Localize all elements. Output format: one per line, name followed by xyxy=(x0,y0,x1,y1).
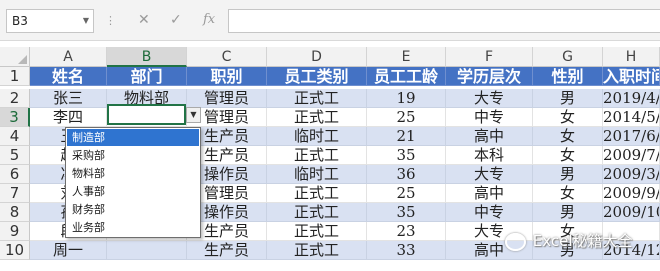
table-header-row: 姓名部门职别员工类别员工工龄学历层次性别入职时间 xyxy=(30,67,660,86)
cell-d6[interactable]: 临时工 xyxy=(267,165,367,184)
cell-c10[interactable]: 生产员 xyxy=(187,241,267,260)
cell-a2[interactable]: 张三 xyxy=(30,89,107,108)
row-header-4[interactable]: 4 xyxy=(0,127,30,146)
cell-g3[interactable]: 女 xyxy=(533,108,603,127)
cell-h3[interactable]: 2014/5/3 xyxy=(603,108,660,127)
cell-e7[interactable]: 25 xyxy=(367,184,446,203)
column-header-a[interactable]: A xyxy=(30,47,107,67)
row-header-3[interactable]: 3 xyxy=(0,108,30,127)
cell-f6[interactable]: 大专 xyxy=(446,165,533,184)
dropdown-option[interactable]: 财务部 xyxy=(67,201,199,218)
column-header-b[interactable]: B xyxy=(107,47,187,67)
cell-f8[interactable]: 中专 xyxy=(446,203,533,222)
column-header-d[interactable]: D xyxy=(267,47,367,67)
cell-e6[interactable]: 36 xyxy=(367,165,446,184)
select-all-corner[interactable] xyxy=(0,47,30,67)
cell-f4[interactable]: 高中 xyxy=(446,127,533,146)
cell-h5[interactable]: 2009/7/3 xyxy=(603,146,660,165)
cell-a3[interactable]: 李四 xyxy=(30,108,107,127)
header-cell[interactable]: 姓名 xyxy=(30,67,107,86)
cell-h8[interactable]: 2009/10/3 xyxy=(603,203,660,222)
cell-d8[interactable]: 正式工 xyxy=(267,203,367,222)
cell-e8[interactable]: 35 xyxy=(367,203,446,222)
cell-f7[interactable]: 高中 xyxy=(446,184,533,203)
header-cell[interactable]: 员工工龄 xyxy=(367,67,446,86)
header-cell[interactable]: 职别 xyxy=(187,67,267,86)
cell-e5[interactable]: 35 xyxy=(367,146,446,165)
cell-d4[interactable]: 临时工 xyxy=(267,127,367,146)
cell-e9[interactable]: 23 xyxy=(367,222,446,241)
cell-d9[interactable]: 正式工 xyxy=(267,222,367,241)
dropdown-option[interactable]: 物料部 xyxy=(67,165,199,182)
row-header-6[interactable]: 6 xyxy=(0,165,30,184)
cell-h7[interactable]: 2009/9/3 xyxy=(603,184,660,203)
cell-h6[interactable]: 2009/3/3 xyxy=(603,165,660,184)
name-box-value: B3 xyxy=(12,14,28,28)
watermark-text: Excel秘籍大全 xyxy=(532,232,633,250)
column-header-f[interactable]: F xyxy=(446,47,533,67)
cell-d10[interactable]: 正式工 xyxy=(267,241,367,260)
cancel-icon[interactable]: ✕ xyxy=(138,12,150,28)
cell-f2[interactable]: 大专 xyxy=(446,89,533,108)
header-cell[interactable]: 学历层次 xyxy=(446,67,533,86)
header-cell[interactable]: 性别 xyxy=(533,67,603,86)
cell-f5[interactable]: 本科 xyxy=(446,146,533,165)
cell-g7[interactable]: 女 xyxy=(533,184,603,203)
cell-g8[interactable]: 男 xyxy=(533,203,603,222)
cell-f3[interactable]: 中专 xyxy=(446,108,533,127)
column-header-c[interactable]: C xyxy=(187,47,267,67)
header-cell[interactable]: 员工类别 xyxy=(267,67,367,86)
active-cell-b3[interactable] xyxy=(107,104,186,125)
cell-g4[interactable]: 女 xyxy=(533,127,603,146)
header-cell[interactable]: 部门 xyxy=(107,67,187,86)
cell-c2[interactable]: 管理员 xyxy=(187,89,267,108)
column-header-e[interactable]: E xyxy=(367,47,446,67)
cell-g6[interactable]: 男 xyxy=(533,165,603,184)
cell-d3[interactable]: 正式工 xyxy=(267,108,367,127)
column-header-g[interactable]: G xyxy=(533,47,603,67)
dropdown-option[interactable]: 业务部 xyxy=(67,219,199,236)
row-header-8[interactable]: 8 xyxy=(0,203,30,222)
cell-e3[interactable]: 25 xyxy=(367,108,446,127)
watermark: Excel秘籍大全 xyxy=(505,230,633,251)
cell-d2[interactable]: 正式工 xyxy=(267,89,367,108)
row-header-2[interactable]: 2 xyxy=(0,89,30,108)
dropdown-option[interactable]: 人事部 xyxy=(67,183,199,200)
cell-e4[interactable]: 21 xyxy=(367,127,446,146)
row-header-5[interactable]: 5 xyxy=(0,146,30,165)
validation-dropdown-button[interactable]: ▼ xyxy=(186,107,201,123)
cell-h4[interactable]: 2017/6/3 xyxy=(603,127,660,146)
header-cell[interactable]: 入职时间 xyxy=(603,67,660,86)
chevron-down-icon: ▼ xyxy=(190,110,197,119)
row-header-1[interactable]: 1 xyxy=(0,67,30,86)
cell-g2[interactable]: 男 xyxy=(533,89,603,108)
cell-d5[interactable]: 正式工 xyxy=(267,146,367,165)
formula-bar: B3 ▼ ⋮ ✕ ✓ fx xyxy=(0,0,660,41)
cell-e2[interactable]: 19 xyxy=(367,89,446,108)
confirm-icon[interactable]: ✓ xyxy=(170,12,182,28)
row-header-10[interactable]: 10 xyxy=(0,241,30,260)
formula-bar-divider-dots[interactable]: ⋮ xyxy=(105,14,117,27)
row-header-7[interactable]: 7 xyxy=(0,184,30,203)
cell-h2[interactable]: 2019/4/3 xyxy=(603,89,660,108)
wechat-logo-icon xyxy=(505,232,526,251)
name-box-chevron-down-icon[interactable]: ▼ xyxy=(83,16,89,25)
insert-function-icon[interactable]: fx xyxy=(203,12,215,27)
dropdown-option[interactable]: 制造部 xyxy=(67,129,199,146)
cell-d7[interactable]: 正式工 xyxy=(267,184,367,203)
cell-b10[interactable] xyxy=(107,241,187,260)
formula-input[interactable] xyxy=(228,9,660,33)
row-header-9[interactable]: 9 xyxy=(0,222,30,241)
validation-dropdown-list: 制造部 采购部 物料部 人事部 财务部 业务部 xyxy=(65,127,201,238)
cell-a10[interactable]: 周一 xyxy=(30,241,107,260)
cell-e10[interactable]: 33 xyxy=(367,241,446,260)
cell-g5[interactable]: 女 xyxy=(533,146,603,165)
column-header-h[interactable]: H xyxy=(603,47,660,67)
name-box[interactable]: B3 ▼ xyxy=(6,9,94,33)
dropdown-option[interactable]: 采购部 xyxy=(67,147,199,164)
